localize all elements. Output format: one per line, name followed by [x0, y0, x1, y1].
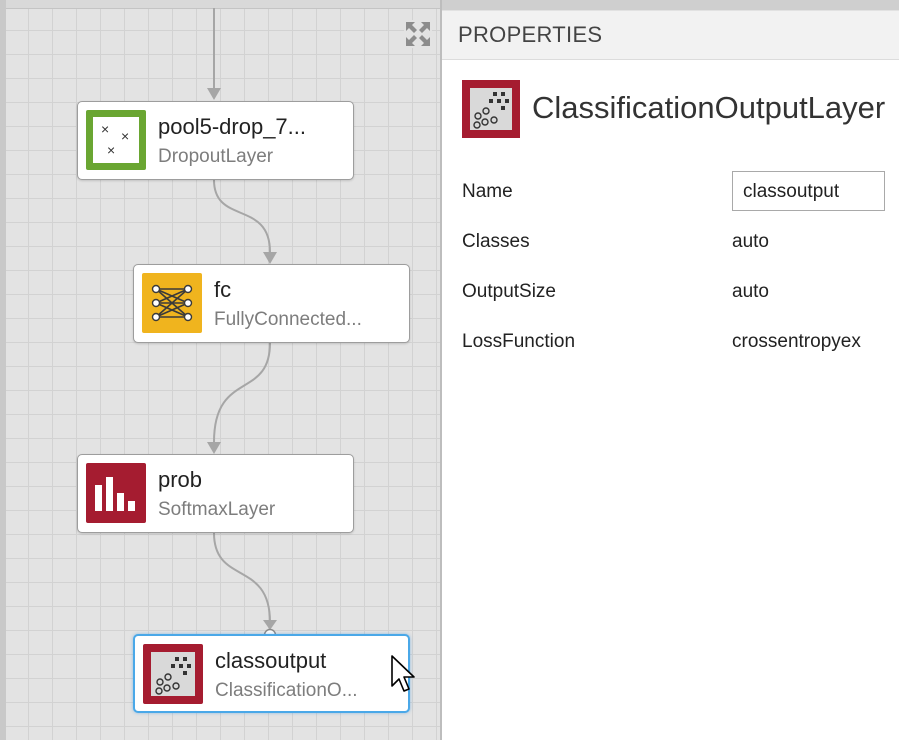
softmax-icon: [86, 463, 146, 523]
layer-type-title: ClassificationOutputLayer: [532, 90, 886, 125]
layer-node-name: fc: [214, 277, 232, 302]
properties-header-label: PROPERTIES: [458, 22, 603, 47]
network-canvas[interactable]: × × × pool5-drop_7... DropoutLayer fc Fu…: [0, 0, 440, 740]
wire-dropout-fc: [213, 179, 271, 253]
prop-label-outputsize: OutputSize: [462, 281, 556, 302]
layer-node-dropout[interactable]: × × × pool5-drop_7... DropoutLayer: [77, 101, 354, 180]
layer-node-fc[interactable]: fc FullyConnected...: [133, 264, 410, 343]
svg-text:×: ×: [101, 121, 109, 137]
prop-value-lossfunction: crossentropyex: [732, 331, 861, 352]
layer-node-type: FullyConnected...: [214, 309, 362, 330]
prop-value-outputsize: auto: [732, 281, 769, 302]
fully-connected-icon: [142, 273, 202, 333]
properties-panel: PROPERTIES ClassificationOutputLayer Nam…: [442, 0, 899, 740]
arrow-dropout: [207, 88, 221, 100]
layer-node-type: SoftmaxLayer: [158, 499, 276, 520]
arrow-fc: [263, 252, 277, 264]
expand-icon[interactable]: [404, 20, 432, 48]
arrow-prob: [207, 442, 221, 454]
name-field[interactable]: classoutput: [732, 171, 885, 211]
prop-label-classes: Classes: [462, 231, 530, 252]
wire-fc-prob: [213, 342, 271, 443]
layer-node-type: ClassificationO...: [215, 680, 358, 701]
svg-text:×: ×: [107, 142, 115, 158]
prop-label-lossfunction: LossFunction: [462, 331, 576, 352]
layer-node-softmax[interactable]: prob SoftmaxLayer: [77, 454, 354, 533]
layer-node-classoutput[interactable]: classoutput ClassificationO...: [133, 634, 410, 713]
mouse-pointer-icon: [391, 655, 415, 692]
prop-value-classes: auto: [732, 231, 769, 252]
dropout-icon: × × ×: [86, 110, 146, 170]
layer-node-name: pool5-drop_7...: [158, 114, 306, 139]
layer-node-name: classoutput: [215, 648, 327, 673]
svg-text:×: ×: [121, 128, 129, 144]
layer-node-type: DropoutLayer: [158, 146, 274, 167]
classification-output-icon: [143, 644, 203, 704]
arrow-classoutput: [263, 620, 277, 630]
wire-prob-classoutput: [213, 532, 271, 623]
prop-label-name: Name: [462, 181, 513, 202]
layer-node-name: prob: [158, 467, 203, 492]
classification-output-icon: [462, 80, 520, 138]
properties-header: PROPERTIES: [442, 10, 899, 60]
panel-top-strip: [442, 0, 899, 10]
